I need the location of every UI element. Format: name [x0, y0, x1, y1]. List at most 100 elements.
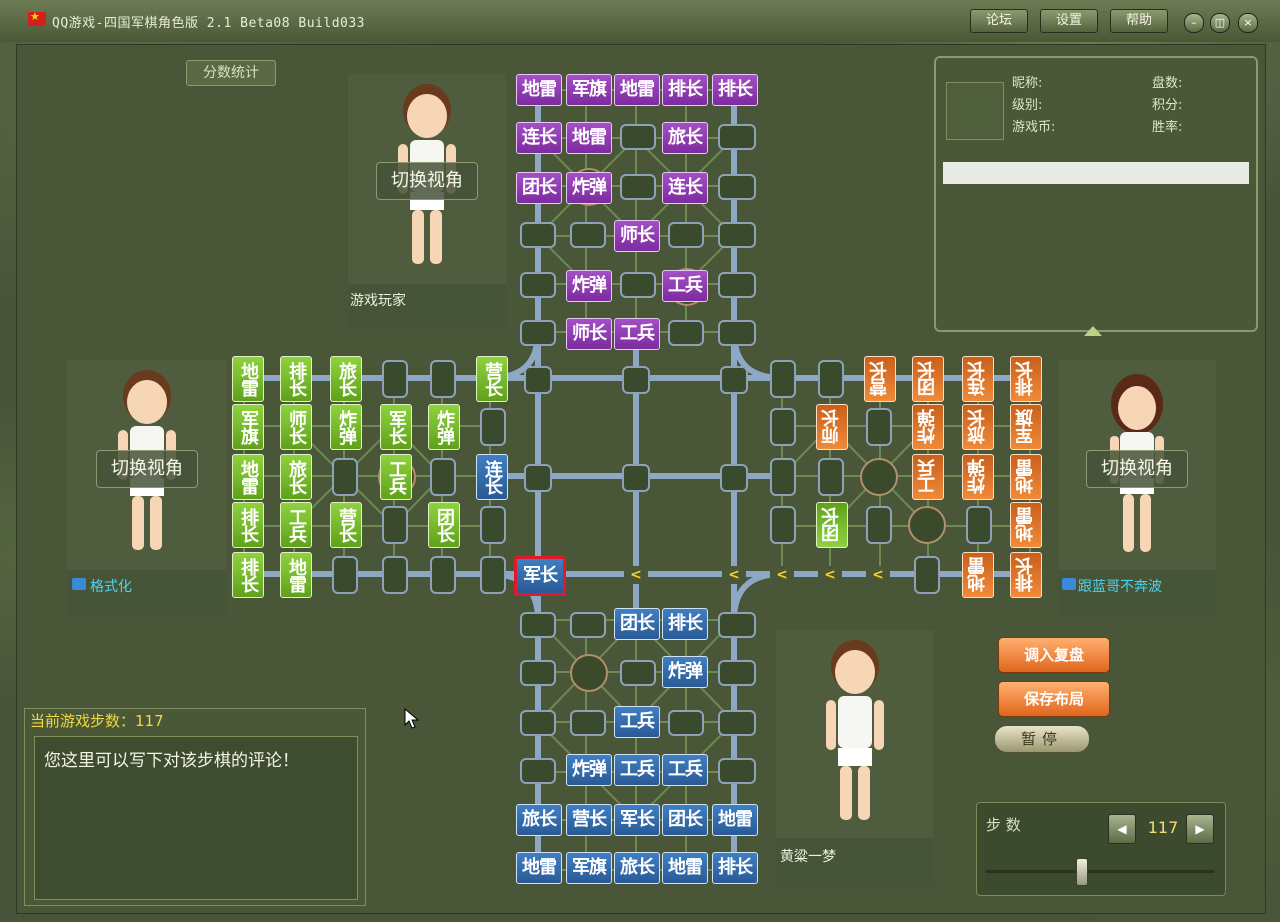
- bottom-piece[interactable]: 军长: [614, 804, 660, 836]
- right-piece[interactable]: 团长: [912, 356, 944, 402]
- board-station[interactable]: [520, 222, 556, 248]
- board-station[interactable]: [332, 556, 358, 594]
- step-slider-thumb[interactable]: [1076, 858, 1088, 886]
- left-switch-view-button[interactable]: 切换视角: [96, 450, 198, 488]
- board-station[interactable]: [914, 556, 940, 594]
- right-switch-view-button[interactable]: 切换视角: [1086, 450, 1188, 488]
- board-station[interactable]: [718, 272, 756, 298]
- top-piece[interactable]: 炸弹: [566, 172, 612, 204]
- camp-station[interactable]: [570, 654, 608, 692]
- right-piece[interactable]: 工兵: [912, 454, 944, 500]
- left-piece[interactable]: 地雷: [232, 454, 264, 500]
- board-station[interactable]: [818, 360, 844, 398]
- left-piece[interactable]: 排长: [280, 356, 312, 402]
- right-piece[interactable]: 炸弹: [912, 404, 944, 450]
- board-station[interactable]: [866, 408, 892, 446]
- left-piece[interactable]: 地雷: [280, 552, 312, 598]
- left-piece[interactable]: 营长: [330, 502, 362, 548]
- board-station[interactable]: [520, 710, 556, 736]
- left-piece[interactable]: 地雷: [232, 356, 264, 402]
- board-station[interactable]: [524, 464, 552, 492]
- board-station[interactable]: [620, 124, 656, 150]
- bottom-piece[interactable]: 排长: [662, 608, 708, 640]
- board-station[interactable]: [866, 506, 892, 544]
- bottom-piece[interactable]: 工兵: [614, 706, 660, 738]
- left-piece[interactable]: 排长: [232, 552, 264, 598]
- pause-button[interactable]: 暂停: [994, 725, 1090, 753]
- right-piece[interactable]: 地雷: [962, 552, 994, 598]
- collapse-arrow-icon[interactable]: [1084, 326, 1102, 336]
- board-station[interactable]: [718, 758, 756, 784]
- board-station[interactable]: [520, 758, 556, 784]
- left-piece[interactable]: 军长: [380, 404, 412, 450]
- board-station[interactable]: [718, 222, 756, 248]
- board-station[interactable]: [622, 464, 650, 492]
- board-station[interactable]: [382, 556, 408, 594]
- board-station[interactable]: [770, 458, 796, 496]
- left-piece[interactable]: 工兵: [380, 454, 412, 500]
- step-slider-track[interactable]: [986, 870, 1214, 873]
- board-station[interactable]: [668, 320, 704, 346]
- top-piece[interactable]: 旅长: [662, 122, 708, 154]
- bottom-piece[interactable]: 地雷: [712, 804, 758, 836]
- bottom-piece[interactable]: 排长: [712, 852, 758, 884]
- board-station[interactable]: [430, 458, 456, 496]
- top-piece[interactable]: 工兵: [614, 318, 660, 350]
- bottom-piece[interactable]: 炸弹: [662, 656, 708, 688]
- bottom-piece[interactable]: 旅长: [516, 804, 562, 836]
- board-station[interactable]: [620, 174, 656, 200]
- board-station[interactable]: [430, 360, 456, 398]
- settings-button[interactable]: 设置: [1040, 9, 1098, 33]
- board-station[interactable]: [480, 556, 506, 594]
- step-back-button[interactable]: ◀: [1108, 814, 1136, 844]
- board-station[interactable]: [668, 222, 704, 248]
- board-station[interactable]: [480, 506, 506, 544]
- bottom-piece[interactable]: 营长: [566, 804, 612, 836]
- board-station[interactable]: [770, 506, 796, 544]
- chat-input[interactable]: [943, 162, 1249, 184]
- forum-button[interactable]: 论坛: [970, 9, 1028, 33]
- left-piece[interactable]: 旅长: [330, 356, 362, 402]
- board-station[interactable]: [430, 556, 456, 594]
- bottom-piece[interactable]: 地雷: [516, 852, 562, 884]
- right-piece[interactable]: 军旗: [1010, 404, 1042, 450]
- right-captured-piece[interactable]: 团长: [816, 502, 848, 548]
- left-piece[interactable]: 师长: [280, 404, 312, 450]
- top-piece[interactable]: 连长: [516, 122, 562, 154]
- right-piece[interactable]: 地雷: [1010, 502, 1042, 548]
- top-piece[interactable]: 军旗: [566, 74, 612, 106]
- right-piece[interactable]: 师长: [816, 404, 848, 450]
- right-piece[interactable]: 排长: [1010, 356, 1042, 402]
- board-station[interactable]: [332, 458, 358, 496]
- board-station[interactable]: [966, 506, 992, 544]
- board-station[interactable]: [668, 710, 704, 736]
- board-station[interactable]: [718, 124, 756, 150]
- top-piece[interactable]: 地雷: [516, 74, 562, 106]
- bottom-piece[interactable]: 地雷: [662, 852, 708, 884]
- load-replay-button[interactable]: 调入复盘: [998, 637, 1110, 673]
- board-station[interactable]: [818, 458, 844, 496]
- right-piece[interactable]: 地雷: [1010, 454, 1042, 500]
- board-station[interactable]: [718, 660, 756, 686]
- board-station[interactable]: [720, 366, 748, 394]
- bottom-piece[interactable]: 旅长: [614, 852, 660, 884]
- board-station[interactable]: [570, 222, 606, 248]
- help-button[interactable]: 帮助: [1110, 9, 1168, 33]
- board-station[interactable]: [770, 360, 796, 398]
- board-station[interactable]: [520, 660, 556, 686]
- left-piece[interactable]: 军旗: [232, 404, 264, 450]
- top-piece[interactable]: 师长: [614, 220, 660, 252]
- close-icon[interactable]: ×: [1238, 13, 1258, 33]
- board-station[interactable]: [718, 174, 756, 200]
- bottom-piece[interactable]: 炸弹: [566, 754, 612, 786]
- left-piece[interactable]: 排长: [232, 502, 264, 548]
- right-piece[interactable]: 炸弹: [962, 454, 994, 500]
- board-station[interactable]: [770, 408, 796, 446]
- top-piece[interactable]: 地雷: [614, 74, 660, 106]
- bottom-piece[interactable]: 工兵: [614, 754, 660, 786]
- center-piece[interactable]: 连长: [476, 454, 508, 500]
- right-piece[interactable]: 营长: [864, 356, 896, 402]
- minimize-icon[interactable]: –: [1184, 13, 1204, 33]
- board-station[interactable]: [718, 320, 756, 346]
- board-station[interactable]: [570, 612, 606, 638]
